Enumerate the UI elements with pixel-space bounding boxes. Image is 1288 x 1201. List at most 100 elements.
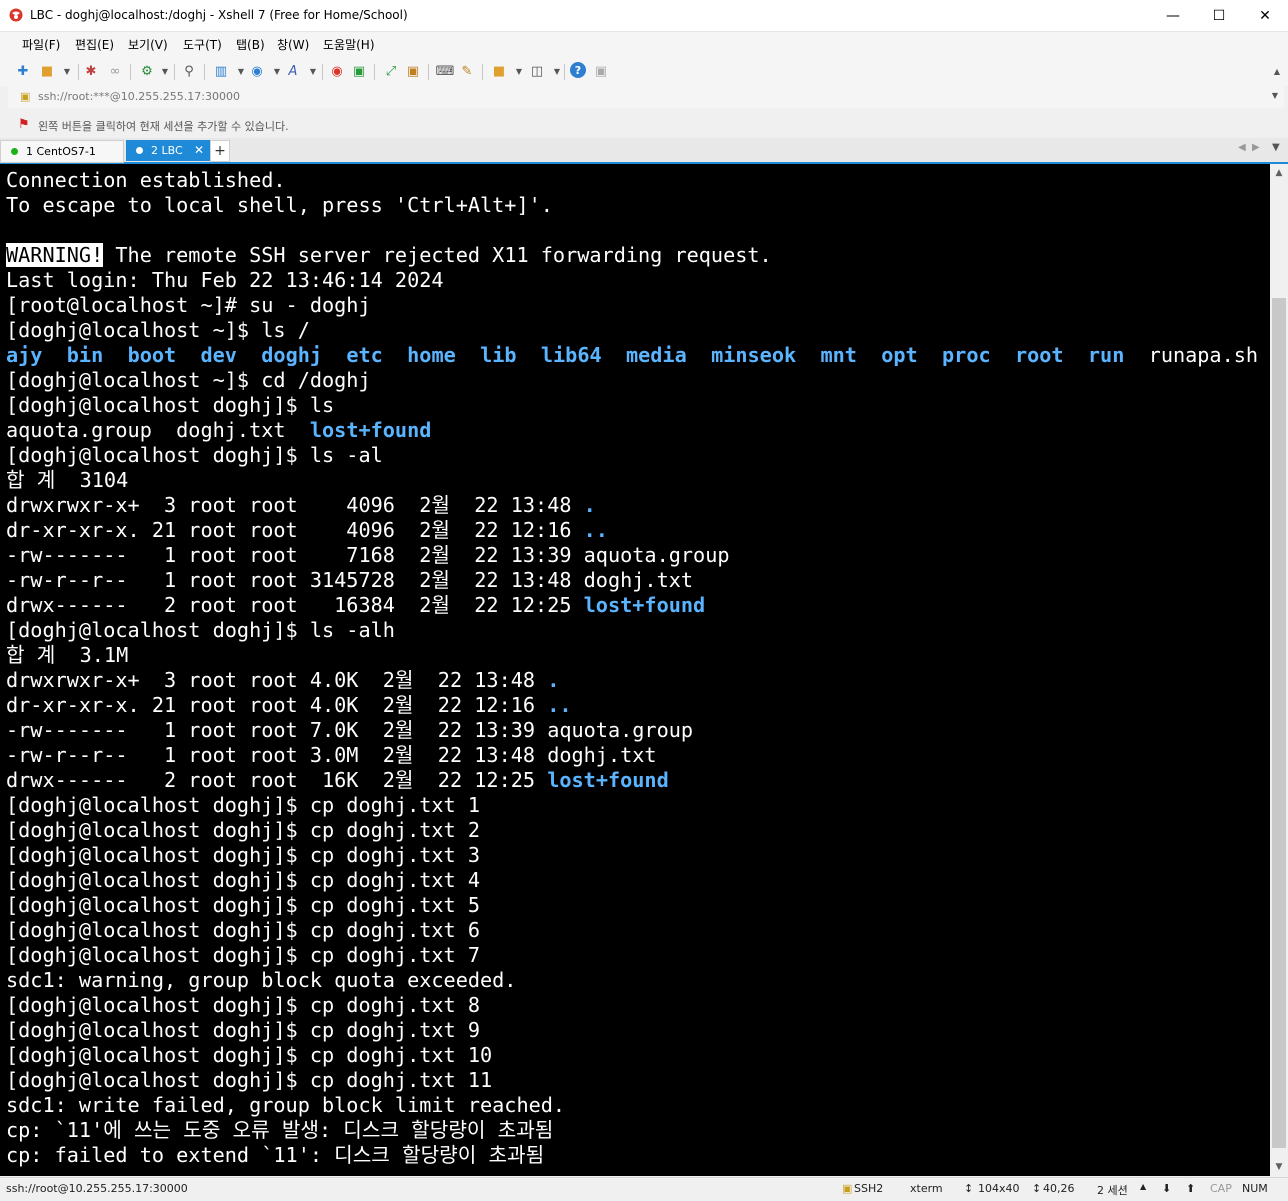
open-folder-icon[interactable]: ■ xyxy=(38,62,56,80)
status-cap: CAP xyxy=(1210,1182,1232,1195)
directory-name: etc xyxy=(346,343,383,367)
layout-icon[interactable]: ◫ xyxy=(528,62,546,80)
menu-view[interactable]: 보기(V) xyxy=(128,36,168,53)
terminal-text: The remote SSH server rejected X11 forwa… xyxy=(103,243,772,267)
terminal-line: [doghj@localhost doghj]$ cp doghj.txt 2 xyxy=(6,818,480,843)
address-dropdown-icon[interactable]: ▼ xyxy=(1272,91,1278,100)
xshell-icon[interactable]: ◉ xyxy=(328,62,346,80)
tab-lbc[interactable]: 2 LBC ✕ xyxy=(126,140,210,161)
scroll-up-icon[interactable]: ▲ xyxy=(1270,164,1288,182)
resize-icon: ↕ xyxy=(964,1182,974,1195)
bookmark-icon[interactable]: ⚑ xyxy=(18,117,30,132)
terminal-line: -rw------- 1 root root 7168 2월 22 13:39 … xyxy=(6,543,730,568)
reconnect-icon[interactable]: ✱ xyxy=(82,62,100,80)
terminal-text: [doghj@localhost doghj]$ cp doghj.txt 8 xyxy=(6,993,481,1017)
fullscreen-icon[interactable]: ⤢ xyxy=(382,62,400,80)
disconnect-icon[interactable]: ∞ xyxy=(106,62,124,80)
directory-name: .. xyxy=(547,693,572,717)
tab-label: 1 CentOS7-1 xyxy=(26,145,96,158)
directory-name: lost+found xyxy=(547,768,669,792)
menu-file[interactable]: 파일(F) xyxy=(22,36,60,53)
terminal-scrollbar[interactable]: ▲ ▼ xyxy=(1270,164,1288,1176)
terminal-text: drwx------ 2 root root 16384 2월 22 12:25 xyxy=(6,593,584,617)
terminal-line: -rw------- 1 root root 7.0K 2월 22 13:39 … xyxy=(6,718,693,743)
font-icon[interactable]: A xyxy=(284,62,302,80)
properties-dropdown-icon[interactable]: ▼ xyxy=(156,62,174,80)
terminal-text: [doghj@localhost doghj]$ cp doghj.txt 2 xyxy=(6,818,481,842)
terminal-text: [doghj@localhost doghj]$ cp doghj.txt 7 xyxy=(6,943,481,967)
terminal-line: drwx------ 2 root root 16384 2월 22 12:25… xyxy=(6,593,705,618)
status-cursor: 40,26 xyxy=(1043,1182,1075,1195)
terminal-line: dr-xr-xr-x. 21 root root 4.0K 2월 22 12:1… xyxy=(6,693,572,718)
scrollbar-thumb[interactable] xyxy=(1272,298,1286,1148)
close-button[interactable]: ✕ xyxy=(1242,0,1288,31)
directory-name: lost+found xyxy=(309,418,432,442)
globe-icon[interactable]: ◉ xyxy=(248,62,266,80)
terminal-line: Last login: Thu Feb 22 13:46:14 2024 xyxy=(6,268,444,293)
terminal-text: runapa.sh xyxy=(1124,343,1259,367)
new-tab-icon[interactable]: ■ xyxy=(490,62,508,80)
terminal-text: 합 계 3.1M xyxy=(6,643,129,667)
status-terminal-type: xterm xyxy=(910,1182,943,1195)
terminal-text: -rw------- 1 root root 7.0K 2월 22 13:39 … xyxy=(6,718,694,742)
keyboard-icon[interactable]: ⌨ xyxy=(436,62,455,80)
add-tab-button[interactable]: + xyxy=(210,140,230,162)
address-bar[interactable]: ▣ ssh://root:***@10.255.255.17:30000 ▼ xyxy=(8,86,1284,108)
menu-tools[interactable]: 도구(T) xyxy=(183,36,222,53)
tab-bar: 1 CentOS7-1 2 LBC ✕ + ◀ ▶ ▼ xyxy=(0,138,1288,164)
terminal-text: drwxrwxr-x+ 3 root root 4.0K 2월 22 13:48 xyxy=(6,668,548,692)
tab-scroll-left-icon[interactable]: ◀ xyxy=(1238,142,1246,153)
terminal-line: [doghj@localhost doghj]$ cp doghj.txt 3 xyxy=(6,843,480,868)
find-icon[interactable]: ⚲ xyxy=(180,62,198,80)
new-session-icon[interactable]: ✚ xyxy=(14,62,32,80)
terminal-line: [root@localhost ~]# su - doghj xyxy=(6,293,371,318)
menu-edit[interactable]: 편집(E) xyxy=(75,36,114,53)
menu-window[interactable]: 창(W) xyxy=(277,36,309,53)
scroll-down-icon[interactable]: ▼ xyxy=(1270,1158,1288,1176)
highlight-icon[interactable]: ✎ xyxy=(458,62,476,80)
close-tab-icon[interactable]: ✕ xyxy=(194,143,204,157)
terminal-text: -rw------- 1 root root 7168 2월 22 13:39 … xyxy=(6,543,730,567)
terminal-line: WARNING! The remote SSH server rejected … xyxy=(6,243,772,268)
xftp-icon[interactable]: ▣ xyxy=(350,62,368,80)
terminal-line: drwx------ 2 root root 16K 2월 22 12:25 l… xyxy=(6,768,669,793)
tab-centos7-1[interactable]: 1 CentOS7-1 xyxy=(0,140,124,163)
terminal-line: [doghj@localhost doghj]$ ls -al xyxy=(6,443,383,468)
terminal-text: dr-xr-xr-x. 21 root root 4.0K 2월 22 12:1… xyxy=(6,693,548,717)
terminal-line: sdc1: warning, group block quota exceede… xyxy=(6,968,516,993)
terminal-text: [doghj@localhost doghj]$ ls xyxy=(6,393,335,417)
lock-icon[interactable]: ▣ xyxy=(404,62,422,80)
tab-menu-icon[interactable]: ▼ xyxy=(1272,142,1280,153)
terminal-line: -rw-r--r-- 1 root root 3145728 2월 22 13:… xyxy=(6,568,693,593)
directory-name: home xyxy=(407,343,456,367)
menu-help[interactable]: 도움말(H) xyxy=(323,36,375,53)
open-dropdown-icon[interactable]: ▼ xyxy=(58,62,76,80)
menu-tab[interactable]: 탭(B) xyxy=(236,36,265,53)
title-bar: LBC - doghj@localhost:/doghj - Xshell 7 … xyxy=(0,0,1288,32)
xshell-app-icon xyxy=(9,8,23,22)
toolbar-overflow-icon[interactable]: ▲ xyxy=(1268,62,1286,80)
maximize-button[interactable]: ☐ xyxy=(1196,0,1242,31)
status-sessions: 2 세션 xyxy=(1097,1184,1128,1197)
directory-name: root xyxy=(1014,343,1064,367)
properties-icon[interactable]: ⚙ xyxy=(138,62,156,80)
terminal-output[interactable]: Connection established. To escape to loca… xyxy=(0,164,1270,1176)
chat-icon[interactable]: ▣ xyxy=(592,62,610,80)
font-dropdown-icon[interactable]: ▼ xyxy=(304,62,322,80)
directory-name: opt xyxy=(881,343,918,367)
transfer-icon[interactable]: ▥ xyxy=(212,62,230,80)
session-hint-bar: ⚑ 왼쪽 버튼을 클릭하여 현재 세션을 추가할 수 있습니다. xyxy=(0,113,1288,137)
minimize-button[interactable]: — xyxy=(1150,0,1196,31)
help-icon[interactable]: ? xyxy=(570,62,586,78)
directory-name: doghj xyxy=(261,343,323,367)
sessions-up-icon[interactable]: ▲ xyxy=(1140,1182,1146,1191)
tab-label: 2 LBC xyxy=(151,144,183,157)
tab-scroll-right-icon[interactable]: ▶ xyxy=(1252,142,1260,153)
terminal-text: cp: `11'에 쓰는 도중 오류 발생: 디스크 할당량이 초과됨 xyxy=(6,1118,554,1142)
address-input[interactable]: ssh://root:***@10.255.255.17:30000 xyxy=(38,90,240,103)
new-tab-dropdown-icon[interactable]: ▼ xyxy=(510,62,528,80)
